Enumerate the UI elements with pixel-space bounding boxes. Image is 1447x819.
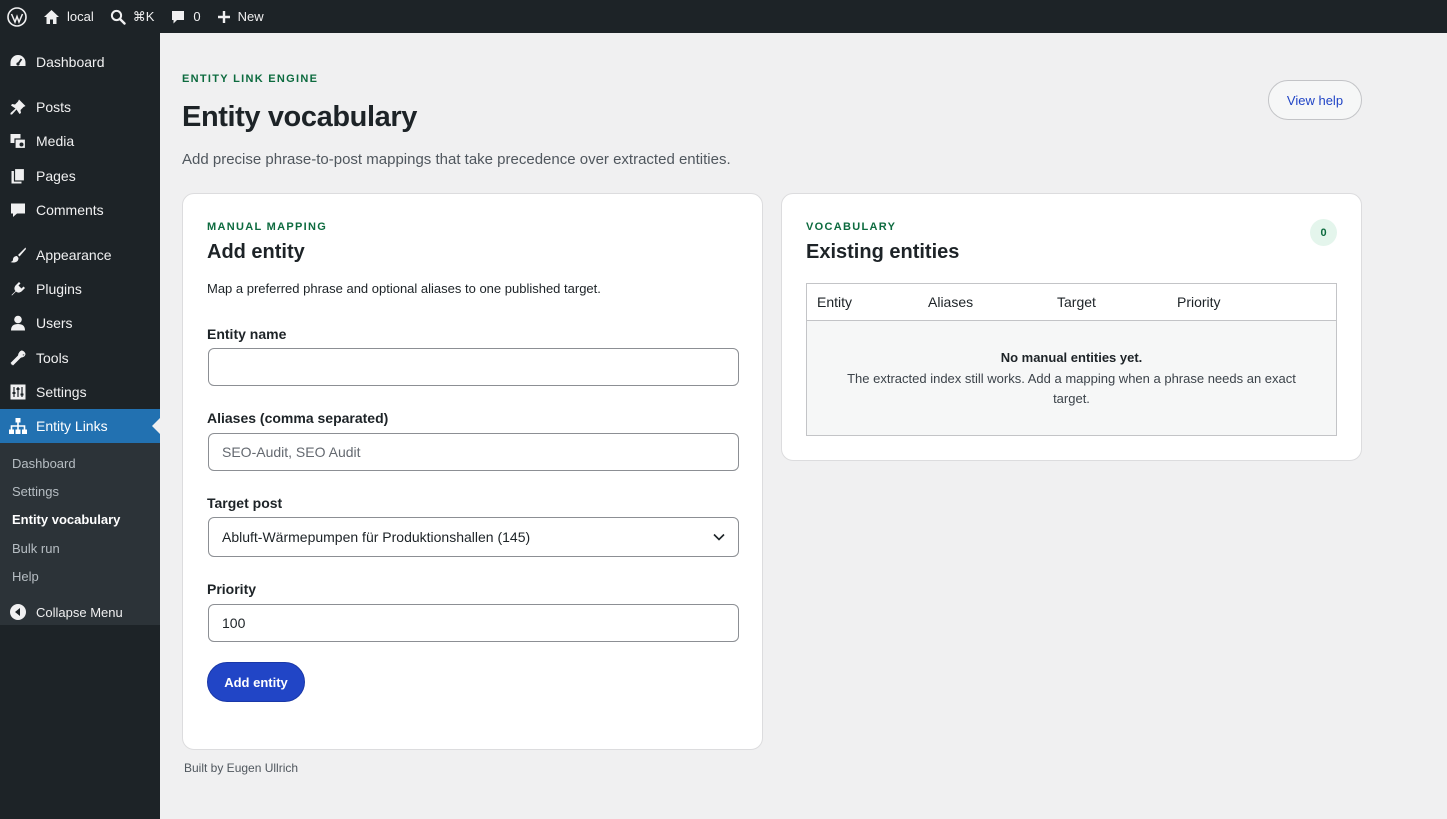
card-title: Existing entities	[806, 241, 960, 263]
comments-count: 0	[193, 9, 201, 24]
view-help-button[interactable]: View help	[1268, 80, 1362, 120]
column-header-entity: Entity	[817, 294, 853, 310]
sidebar-item-appearance[interactable]: Appearance	[0, 238, 160, 272]
empty-state-description: The extracted index still works. Add a m…	[847, 371, 1296, 406]
sidebar-item-plugins[interactable]: Plugins	[0, 272, 160, 306]
comments-button[interactable]: 0	[162, 0, 208, 33]
chevron-down-icon	[713, 533, 725, 541]
submenu-item-entity-vocabulary[interactable]: Entity vocabulary	[12, 512, 120, 527]
site-name-button[interactable]: local	[35, 0, 102, 33]
existing-entities-card: VOCABULARY Existing entities 0 Entity Al…	[781, 193, 1362, 461]
settings-icon	[10, 384, 26, 400]
sidebar-item-comments[interactable]: Comments	[0, 193, 160, 227]
table-empty-state: No manual entities yet. The extracted in…	[807, 321, 1336, 435]
comment-icon	[11, 203, 25, 217]
page-description: Add precise phrase-to-post mappings that…	[182, 151, 731, 168]
target-post-label: Target post	[207, 495, 283, 511]
media-icon	[10, 134, 27, 150]
target-post-select[interactable]: Abluft-Wärmepumpen für Produktionshallen…	[208, 517, 739, 557]
site-name: local	[67, 9, 94, 24]
sidebar-item-settings[interactable]: Settings	[0, 375, 160, 409]
entity-name-label: Entity name	[207, 326, 287, 342]
sidebar-item-users[interactable]: Users	[0, 306, 160, 340]
sidebar-item-pages[interactable]: Pages	[0, 159, 160, 193]
new-content-button[interactable]: New	[209, 0, 272, 33]
home-icon	[44, 9, 59, 24]
submenu-item-settings[interactable]: Settings	[12, 484, 59, 499]
card-eyebrow: VOCABULARY	[806, 221, 897, 233]
wordpress-icon	[7, 6, 27, 27]
sidebar-item-dashboard[interactable]: Dashboard	[0, 45, 160, 79]
wordpress-logo-button[interactable]	[0, 0, 35, 33]
admin-bar: local ⌘K 0 New	[0, 0, 1447, 33]
search-shortcut: ⌘K	[132, 8, 155, 24]
target-post-value: Abluft-Wärmepumpen für Produktionshallen…	[222, 529, 531, 545]
plus-icon	[217, 10, 230, 23]
aliases-input[interactable]: SEO-Audit, SEO Audit	[208, 433, 739, 471]
plug-icon	[11, 282, 25, 296]
card-eyebrow: MANUAL MAPPING	[207, 221, 328, 233]
add-entity-card: MANUAL MAPPING Add entity Map a preferre…	[182, 193, 763, 750]
table-header: Entity Aliases Target Priority	[807, 284, 1336, 321]
submenu-item-bulk-run[interactable]: Bulk run	[12, 541, 60, 556]
collapse-menu-button[interactable]: Collapse Menu	[0, 595, 160, 629]
dashboard-icon	[10, 55, 26, 66]
search-icon	[110, 9, 126, 25]
sidebar-item-tools[interactable]: Tools	[0, 341, 160, 375]
brush-icon	[10, 247, 26, 263]
column-header-target: Target	[1057, 294, 1096, 310]
collapse-arrow-icon	[10, 604, 26, 620]
new-label: New	[237, 9, 264, 24]
footer-credit: Built by Eugen Ullrich	[184, 761, 299, 775]
column-header-aliases: Aliases	[928, 294, 974, 310]
page-eyebrow: ENTITY LINK ENGINE	[182, 73, 319, 85]
priority-label: Priority	[207, 581, 257, 597]
column-header-priority: Priority	[1177, 294, 1221, 310]
search-shortcut-button[interactable]: ⌘K	[102, 0, 163, 33]
card-title: Add entity	[207, 241, 305, 263]
submenu-item-help[interactable]: Help	[12, 569, 39, 584]
admin-sidebar: Dashboard Posts Media Pages Comments App…	[0, 33, 160, 819]
priority-input[interactable]: 100	[208, 604, 739, 642]
card-description: Map a preferred phrase and optional alia…	[207, 281, 601, 296]
sidebar-item-media[interactable]: Media	[0, 124, 160, 158]
sidebar-item-posts[interactable]: Posts	[0, 90, 160, 124]
add-entity-button[interactable]: Add entity	[207, 662, 305, 702]
submenu-item-dashboard[interactable]: Dashboard	[12, 456, 76, 471]
aliases-label: Aliases (comma separated)	[207, 410, 389, 426]
empty-state-title: No manual entities yet.	[1000, 350, 1143, 365]
entities-table: Entity Aliases Target Priority No manual…	[806, 283, 1337, 436]
entity-name-input[interactable]	[208, 348, 739, 386]
comment-icon	[172, 10, 185, 23]
page-title: Entity vocabulary	[182, 101, 417, 133]
pages-icon	[11, 167, 26, 184]
entity-count-badge: 0	[1310, 219, 1337, 246]
user-icon	[11, 315, 25, 331]
wrench-icon	[10, 350, 26, 366]
sitemap-icon	[9, 418, 27, 434]
pin-icon	[10, 99, 26, 115]
sidebar-item-entity-links[interactable]: Entity Links	[0, 409, 160, 443]
